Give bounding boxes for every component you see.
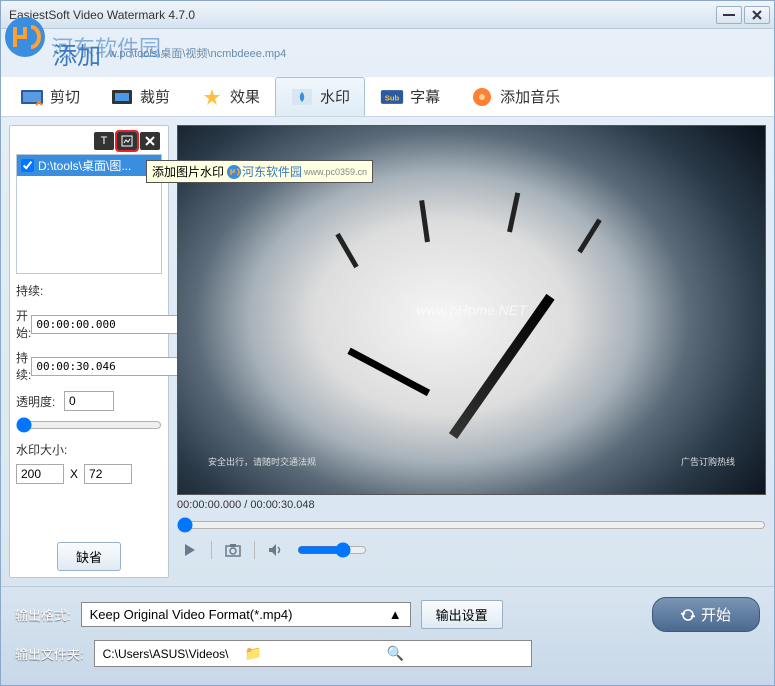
time-display: 00:00:00.000 / 00:00:30.048: [177, 495, 766, 515]
brand-overlay: 河东软件园: [51, 31, 161, 63]
chevron-up-icon: ▲: [389, 607, 402, 622]
tab-watermark[interactable]: 水印: [275, 77, 365, 116]
height-input[interactable]: [84, 464, 132, 484]
tooltip: 添加图片水印 河东软件园 www.pc0359.cn: [146, 160, 373, 183]
size-x-label: X: [70, 467, 78, 481]
header-row: 河东软件园 添加 w.pc\tools\桌面\视频\ncmbdeee.mp4: [1, 29, 774, 77]
tab-label: 添加音乐: [500, 86, 560, 107]
opacity-label: 透明度:: [16, 393, 60, 410]
opacity-slider[interactable]: [16, 417, 162, 433]
titlebar: EasiestSoft Video Watermark 4.7.0: [1, 1, 774, 29]
bottom-bar: 输出格式: Keep Original Video Format(*.mp4) …: [1, 586, 774, 685]
list-item[interactable]: D:\tools\桌面\图...: [17, 155, 161, 176]
opacity-input[interactable]: [64, 391, 114, 411]
tooltip-brand: 河东软件园 www.pc0359.cn: [226, 163, 367, 180]
tab-cut[interactable]: 剪切: [5, 77, 95, 116]
duration-label: 持续:: [16, 282, 60, 299]
start-button[interactable]: 开始: [652, 597, 760, 632]
tab-music[interactable]: 添加音乐: [455, 77, 575, 116]
snapshot-button[interactable]: [224, 541, 242, 559]
effect-icon: [200, 87, 224, 107]
main-area: T D:\tools\桌面\图... 持续: 开始: 持续:: [1, 117, 774, 586]
left-panel: T D:\tools\桌面\图... 持续: 开始: 持续:: [9, 125, 169, 578]
search-icon[interactable]: 🔍: [387, 645, 523, 662]
divider: [254, 541, 255, 559]
format-select[interactable]: Keep Original Video Format(*.mp4) ▲: [81, 602, 411, 627]
seek-slider[interactable]: [177, 517, 766, 533]
preview-sub-left: 安全出行，请随时交通法规: [208, 455, 316, 468]
output-folder-value: C:\Users\ASUS\Videos\: [103, 647, 239, 661]
end-label: 持续:: [16, 349, 31, 383]
watermark-icon: [290, 87, 314, 107]
start-time-input[interactable]: [31, 315, 188, 334]
crop-icon: [110, 87, 134, 107]
tab-crop[interactable]: 裁剪: [95, 77, 185, 116]
start-button-label: 开始: [701, 604, 731, 625]
tab-label: 剪切: [50, 86, 80, 107]
remove-watermark-button[interactable]: [140, 132, 160, 150]
list-item-path: D:\tools\桌面\图...: [38, 157, 131, 174]
tab-bar: 剪切 裁剪 效果 水印 Sub 字幕 添加音乐: [1, 77, 774, 117]
close-button[interactable]: [744, 6, 770, 24]
output-settings-button[interactable]: 输出设置: [421, 600, 503, 629]
preview-subtitle-row: 安全出行，请随时交通法规 广告订购热线: [178, 455, 765, 468]
start-label: 开始:: [16, 307, 31, 341]
preview-sub-right: 广告订购热线: [681, 455, 735, 468]
right-panel: www.pHome.NET 安全出行，请随时交通法规 广告订购热线 00:00:…: [177, 125, 766, 578]
default-button[interactable]: 缺省: [57, 542, 121, 571]
refresh-icon: [681, 608, 695, 622]
svg-text:Sub: Sub: [385, 93, 400, 102]
format-label: 输出格式:: [15, 605, 71, 624]
end-time-input[interactable]: [31, 357, 188, 376]
watermark-list[interactable]: D:\tools\桌面\图...: [16, 154, 162, 274]
tab-label: 水印: [320, 86, 350, 107]
app-window: EasiestSoft Video Watermark 4.7.0 河东软件园 …: [0, 0, 775, 686]
size-label: 水印大小:: [16, 441, 67, 458]
volume-button[interactable]: [267, 541, 285, 559]
play-button[interactable]: [181, 541, 199, 559]
tab-label: 裁剪: [140, 86, 170, 107]
tab-subtitle[interactable]: Sub 字幕: [365, 77, 455, 116]
duration-row: 持续:: [16, 282, 162, 299]
playback-controls: [177, 533, 766, 567]
volume-slider[interactable]: [297, 542, 367, 558]
brand-icon: [226, 164, 242, 180]
folder-label: 输出文件夹:: [15, 644, 84, 663]
cut-icon: [20, 87, 44, 107]
watermark-toolbar: T: [16, 132, 162, 150]
subtitle-icon: Sub: [380, 87, 404, 107]
window-title: EasiestSoft Video Watermark 4.7.0: [5, 8, 714, 22]
tab-effect[interactable]: 效果: [185, 77, 275, 116]
preview-watermark-text: www.pHome.NET: [416, 302, 526, 318]
divider: [211, 541, 212, 559]
width-input[interactable]: [16, 464, 64, 484]
tooltip-text: 添加图片水印: [152, 163, 224, 180]
add-text-watermark-button[interactable]: T: [94, 132, 114, 150]
folder-icon[interactable]: 📁: [245, 645, 381, 662]
format-value: Keep Original Video Format(*.mp4): [90, 607, 293, 622]
app-logo-icon: [3, 15, 47, 59]
tab-label: 字幕: [410, 86, 440, 107]
output-folder-field[interactable]: C:\Users\ASUS\Videos\ 📁 🔍: [94, 640, 532, 667]
tab-label: 效果: [230, 86, 260, 107]
music-icon: [470, 87, 494, 107]
add-image-watermark-button[interactable]: [117, 132, 137, 150]
list-item-checkbox[interactable]: [21, 159, 34, 172]
minimize-button[interactable]: [716, 6, 742, 24]
